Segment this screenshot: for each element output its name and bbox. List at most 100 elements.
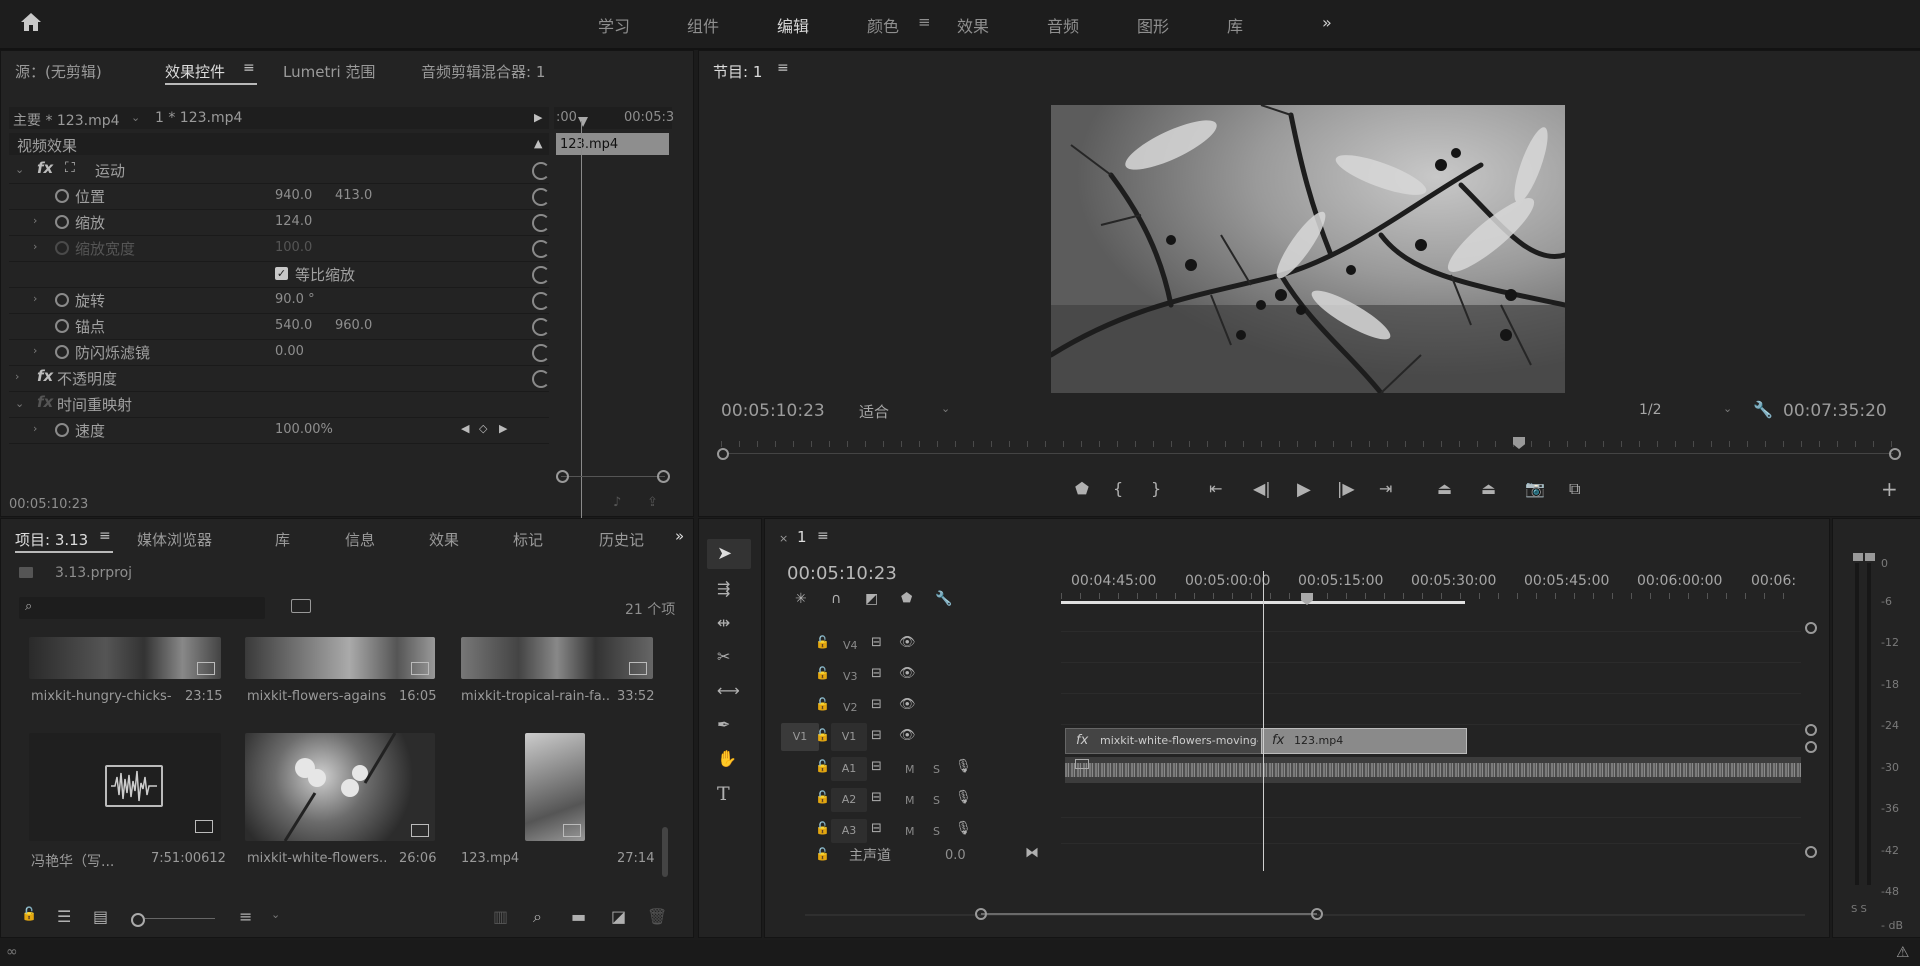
step-back-icon[interactable]: ◀| (1253, 479, 1271, 498)
lock-icon[interactable]: 🔓 (21, 907, 37, 922)
ws-editing[interactable]: 编辑 (777, 13, 809, 37)
scroll-handle-left[interactable] (717, 448, 729, 460)
chevron-down-icon[interactable]: ⌄ (15, 397, 24, 410)
creative-cloud-icon[interactable]: ∞ (6, 944, 18, 960)
lock-icon[interactable]: 🔓 (815, 666, 830, 680)
hscroll-thumb[interactable] (981, 913, 1317, 915)
timeline-clip-selected[interactable]: fx 123.mp4 (1261, 728, 1467, 754)
stopwatch-icon[interactable] (55, 345, 69, 359)
item-name[interactable]: mixkit-tropical-rain-fa... (461, 689, 609, 704)
reset-icon[interactable] (532, 370, 550, 388)
microphone-icon[interactable]: 🎙 (955, 821, 972, 836)
mini-zoom-track[interactable] (561, 476, 665, 477)
chevron-down-icon[interactable]: ⌄ (941, 402, 950, 415)
position-y[interactable]: 413.0 (335, 188, 372, 203)
track-select-tool-icon[interactable]: ⇶ (717, 579, 730, 598)
ws-assembly[interactable]: 组件 (687, 13, 719, 37)
ws-effects[interactable]: 效果 (957, 13, 989, 37)
menu-icon[interactable]: ≡ (918, 13, 931, 31)
track-label[interactable]: A3 (831, 819, 867, 843)
stopwatch-icon[interactable] (55, 423, 69, 437)
audio-icon[interactable]: ♪ (613, 495, 621, 510)
menu-icon[interactable]: ≡ (817, 528, 829, 544)
anchor-x[interactable]: 540.0 (275, 318, 312, 333)
eye-icon[interactable]: 👁 (899, 728, 916, 743)
thumbnail[interactable] (245, 733, 435, 841)
eye-icon[interactable]: 👁 (899, 635, 916, 650)
trash-icon[interactable]: 🗑 (647, 907, 667, 926)
tab-lumetri[interactable]: Lumetri 范围 (283, 61, 375, 82)
chevron-right-icon[interactable]: › (33, 214, 37, 227)
lock-icon[interactable]: 🔓 (815, 697, 830, 711)
linked-selection-icon[interactable]: ◩ (865, 591, 878, 607)
master-toggle-icon[interactable]: ⧓ (1025, 845, 1039, 861)
video-frame[interactable] (1051, 105, 1565, 393)
motion-transform-icon[interactable]: ⛶ (65, 160, 75, 176)
zoom-slider-handle[interactable] (131, 913, 145, 927)
automate-icon[interactable]: ▥ (493, 907, 508, 926)
add-keyframe-icon[interactable]: ◇ (479, 422, 487, 435)
prev-keyframe-icon[interactable]: ◀ (461, 422, 469, 435)
reset-icon[interactable] (532, 162, 550, 180)
track-label[interactable]: V1 (831, 723, 867, 751)
item-name[interactable]: mixkit-white-flowers... (247, 851, 387, 866)
track-area[interactable]: fx mixkit-white-flowers-moving-in fx 123… (1061, 571, 1801, 907)
thumbnail[interactable] (29, 637, 221, 679)
thumbnail[interactable] (525, 733, 585, 841)
lock-icon[interactable]: 🔓 (815, 790, 830, 804)
comparison-view-icon[interactable]: ⧉ (1569, 479, 1580, 499)
next-keyframe-icon[interactable]: ▶ (499, 422, 507, 435)
item-name[interactable]: 冯艳华（写... (31, 851, 114, 871)
vscroll-handle[interactable] (1805, 622, 1817, 634)
timeline-timecode[interactable]: 00:05:10:23 (787, 563, 897, 584)
add-marker-icon[interactable]: ⬟ (901, 591, 912, 606)
mute-button[interactable]: M (905, 825, 915, 838)
razor-tool-icon[interactable]: ✂ (717, 647, 730, 666)
eye-icon[interactable]: 👁 (899, 666, 916, 681)
mute-button[interactable]: M (905, 794, 915, 807)
chevron-right-icon[interactable]: › (33, 344, 37, 357)
list-view-icon[interactable]: ☰ (57, 907, 71, 926)
solo-button[interactable]: S (933, 825, 940, 838)
project-scrollbar[interactable] (662, 827, 668, 877)
item-name[interactable]: mixkit-flowers-agains... (247, 689, 387, 704)
sync-lock-icon[interactable]: ⊟ (871, 821, 882, 836)
vscroll-handle[interactable] (1805, 741, 1817, 753)
more-tabs-icon[interactable]: » (675, 527, 684, 545)
track-label[interactable]: A1 (831, 757, 867, 781)
home-icon[interactable] (20, 12, 42, 32)
pen-tool-icon[interactable]: ✒ (717, 715, 730, 734)
scale-value[interactable]: 124.0 (275, 214, 312, 229)
microphone-icon[interactable]: 🎙 (955, 759, 972, 774)
sync-lock-icon[interactable]: ⊟ (871, 697, 882, 712)
lock-icon[interactable]: 🔓 (815, 847, 830, 861)
extract-icon[interactable]: ⏏ (1481, 479, 1496, 498)
master-volume[interactable]: 0.0 (945, 848, 966, 863)
go-to-in-icon[interactable]: ⇤ (1209, 479, 1222, 498)
export-icon[interactable]: ⇪ (647, 495, 658, 510)
playhead-marker[interactable] (578, 117, 588, 127)
chevron-down-icon[interactable]: ⌄ (1723, 402, 1732, 415)
chevron-right-icon[interactable]: › (33, 292, 37, 305)
tab-history[interactable]: 历史记 (599, 529, 645, 550)
speed-value[interactable]: 100.00% (275, 422, 333, 437)
menu-icon[interactable]: ≡ (99, 528, 111, 544)
sequence-clip-label[interactable]: 1 * 123.mp4 (155, 110, 242, 126)
menu-icon[interactable]: ≡ (243, 60, 255, 76)
chevron-right-icon[interactable]: › (33, 422, 37, 435)
uniform-scale-checkbox[interactable]: ✓ (275, 267, 288, 280)
hscroll-handle-right[interactable] (1311, 908, 1323, 920)
hand-tool-icon[interactable]: ✋ (717, 749, 737, 768)
source-patch-v1[interactable]: V1 (781, 723, 819, 751)
warning-icon[interactable]: ⚠ (1896, 943, 1909, 961)
ws-color[interactable]: 颜色 (867, 13, 899, 37)
thumbnail[interactable] (29, 733, 221, 841)
tab-source[interactable]: 源：(无剪辑) (15, 61, 102, 82)
wrench-icon[interactable]: 🔧 (1753, 400, 1773, 419)
close-sequence-icon[interactable]: × (779, 532, 788, 545)
step-forward-icon[interactable]: |▶ (1337, 479, 1355, 498)
tab-markers[interactable]: 标记 (513, 529, 543, 550)
reset-icon[interactable] (532, 292, 550, 310)
stopwatch-icon[interactable] (55, 293, 69, 307)
ws-graphics[interactable]: 图形 (1137, 13, 1169, 37)
